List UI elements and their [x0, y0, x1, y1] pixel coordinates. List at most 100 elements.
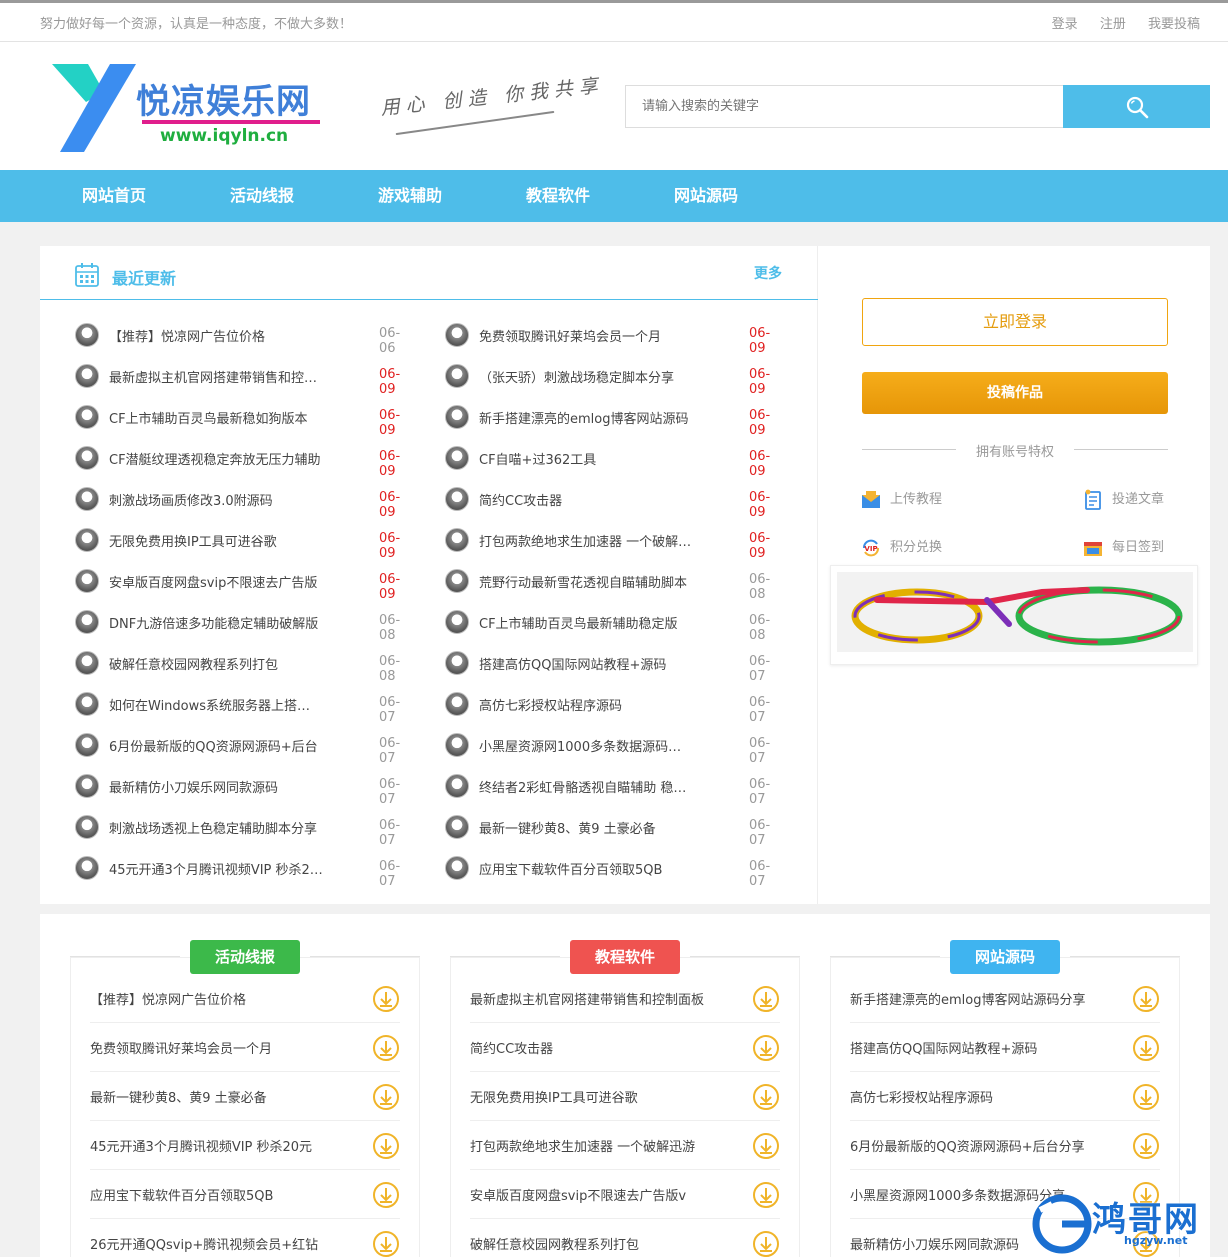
recent-post-item[interactable]: 免费领取腾讯好莱坞会员一个月 06-09: [445, 323, 785, 356]
download-icon[interactable]: [752, 1083, 780, 1111]
download-title: 新手搭建漂亮的emlog博客网站源码分享: [850, 993, 1086, 1008]
nav-item-game-tools[interactable]: 游戏辅助: [378, 170, 442, 222]
recent-post-item[interactable]: CF自喵+过362工具 06-09: [445, 446, 785, 479]
recent-post-item[interactable]: 破解任意校园网教程系列打包 06-08: [75, 651, 415, 684]
avatar: [445, 610, 469, 634]
download-icon[interactable]: [372, 1132, 400, 1160]
site-logo[interactable]: 悦凉娱乐网 www.iqyln.cn: [50, 62, 330, 154]
recent-post-item[interactable]: 小黑屋资源网1000多条数据源码分享 06-07: [445, 733, 785, 766]
recent-post-item[interactable]: CF上市辅助百灵鸟最新稳如狗版本 06-09: [75, 405, 415, 438]
download-row[interactable]: 最新虚拟主机官网搭建带销售和控制面板: [470, 974, 780, 1023]
recent-post-item[interactable]: 安卓版百度网盘svip不限速去广告版 06-09: [75, 569, 415, 602]
post-title: 如何在Windows系统服务器上搭建网站: [109, 699, 323, 714]
download-row[interactable]: 搭建高仿QQ国际网站教程+源码: [850, 1023, 1160, 1072]
login-button[interactable]: 立即登录: [862, 298, 1168, 346]
column-tag-tutorials[interactable]: 教程软件: [570, 940, 680, 974]
recent-post-item[interactable]: 如何在Windows系统服务器上搭建网站 06-07: [75, 692, 415, 725]
recent-post-item[interactable]: 终结者2彩虹骨骼透视自瞄辅助 稳定版 06-07: [445, 774, 785, 807]
post-title: 新手搭建漂亮的emlog博客网站源码: [479, 412, 689, 427]
search-box: [625, 85, 1210, 128]
recent-post-item[interactable]: 新手搭建漂亮的emlog博客网站源码 06-09: [445, 405, 785, 438]
post-date: 06-07: [749, 777, 771, 807]
download-row[interactable]: 简约CC攻击器: [470, 1023, 780, 1072]
recent-post-item[interactable]: CF上市辅助百灵鸟最新辅助稳定版 06-08: [445, 610, 785, 643]
column-tag-deals[interactable]: 活动线报: [190, 940, 300, 974]
recent-post-item[interactable]: 无限免费用换IP工具可进谷歌 06-09: [75, 528, 415, 561]
recent-post-item[interactable]: CF潜艇纹理透视稳定奔放无压力辅助 06-09: [75, 446, 415, 479]
download-row[interactable]: 无限免费用换IP工具可进谷歌: [470, 1072, 780, 1121]
avatar: [75, 364, 99, 388]
download-row[interactable]: 破解任意校园网教程系列打包: [470, 1219, 780, 1257]
download-title: 26元开通QQsvip+腾讯视频会员+红钻: [90, 1238, 319, 1253]
download-title: 免费领取腾讯好莱坞会员一个月: [90, 1042, 273, 1057]
search-input[interactable]: [626, 86, 1064, 127]
recent-post-item[interactable]: 最新虚拟主机官网搭建带销售和控制面板源码 06-09: [75, 364, 415, 397]
download-icon[interactable]: [1132, 1034, 1160, 1062]
column-tag-source-code[interactable]: 网站源码: [950, 940, 1060, 974]
watermark-url: hgzyw.net: [1124, 1234, 1188, 1247]
download-row[interactable]: 新手搭建漂亮的emlog博客网站源码分享: [850, 974, 1160, 1023]
download-icon[interactable]: [752, 985, 780, 1013]
recent-post-item[interactable]: 高仿七彩授权站程序源码 06-07: [445, 692, 785, 725]
download-row[interactable]: 【推荐】悦凉网广告位价格: [90, 974, 400, 1023]
submit-link[interactable]: 我要投稿: [1148, 17, 1200, 32]
recent-post-item[interactable]: 最新精仿小刀娱乐网同款源码 06-07: [75, 774, 415, 807]
download-icon[interactable]: [372, 1083, 400, 1111]
feature-label: 上传教程: [890, 492, 943, 507]
download-row[interactable]: 打包两款绝地求生加速器 一个破解迅游: [470, 1121, 780, 1170]
download-icon[interactable]: [752, 1034, 780, 1062]
recent-post-item[interactable]: 刺激战场画质修改3.0附源码 06-09: [75, 487, 415, 520]
recent-post-item[interactable]: DNF九游倍速多功能稳定辅助破解版 06-08: [75, 610, 415, 643]
recent-post-item[interactable]: 搭建高仿QQ国际网站教程+源码 06-07: [445, 651, 785, 684]
download-icon[interactable]: [372, 1230, 400, 1257]
download-icon[interactable]: [1132, 1132, 1160, 1160]
recent-post-item[interactable]: 最新一键秒黄8、黄9 土豪必备 06-07: [445, 815, 785, 848]
feature-submit-article[interactable]: 投递文章: [1082, 488, 1164, 512]
more-link[interactable]: 更多: [754, 263, 782, 283]
search-button[interactable]: [1063, 85, 1210, 128]
recent-post-item[interactable]: 6月份最新版的QQ资源网源码+后台 06-07: [75, 733, 415, 766]
download-icon[interactable]: [372, 985, 400, 1013]
logo-text: 悦凉娱乐网: [136, 82, 311, 122]
recent-post-item[interactable]: 荒野行动最新雪花透视自瞄辅助脚本 06-08: [445, 569, 785, 602]
feature-daily-checkin[interactable]: 每日签到: [1082, 536, 1164, 560]
download-icon[interactable]: [372, 1181, 400, 1209]
download-icon[interactable]: [1132, 1083, 1160, 1111]
download-icon[interactable]: [372, 1034, 400, 1062]
nav-item-home[interactable]: 网站首页: [82, 170, 146, 222]
download-row[interactable]: 45元开通3个月腾讯视频VIP 秒杀20元: [90, 1121, 400, 1170]
download-icon[interactable]: [752, 1230, 780, 1257]
submit-work-button[interactable]: 投稿作品: [862, 372, 1168, 414]
login-link[interactable]: 登录: [1052, 17, 1078, 32]
recent-post-item[interactable]: 简约CC攻击器 06-09: [445, 487, 785, 520]
recent-post-item[interactable]: 刺激战场透视上色稳定辅助脚本分享 06-07: [75, 815, 415, 848]
download-row[interactable]: 高仿七彩授权站程序源码: [850, 1072, 1160, 1121]
feature-label: 每日签到: [1112, 540, 1165, 555]
register-link[interactable]: 注册: [1100, 17, 1126, 32]
recent-post-item[interactable]: 打包两款绝地求生加速器 一个破解迅游 06-09: [445, 528, 785, 561]
calendar-icon: [75, 263, 99, 287]
ad-banner[interactable]: [830, 565, 1198, 665]
avatar: [75, 774, 99, 798]
download-row[interactable]: 应用宝下载软件百分百领取5QB: [90, 1170, 400, 1219]
download-icon[interactable]: [752, 1181, 780, 1209]
recent-post-item[interactable]: 45元开通3个月腾讯视频VIP 秒杀20元 06-07: [75, 856, 415, 889]
recent-post-item[interactable]: 【推荐】悦凉网广告位价格 06-06: [75, 323, 415, 356]
post-title: 荒野行动最新雪花透视自瞄辅助脚本: [479, 576, 688, 591]
download-row[interactable]: 6月份最新版的QQ资源网源码+后台分享: [850, 1121, 1160, 1170]
nav-item-tutorials[interactable]: 教程软件: [526, 170, 590, 222]
download-row[interactable]: 最新一键秒黄8、黄9 土豪必备: [90, 1072, 400, 1121]
nav-item-source-code[interactable]: 网站源码: [674, 170, 738, 222]
download-row[interactable]: 安卓版百度网盘svip不限速去广告版v: [470, 1170, 780, 1219]
recent-post-item[interactable]: 应用宝下载软件百分百领取5QB 06-07: [445, 856, 785, 889]
download-icon[interactable]: [752, 1132, 780, 1160]
recent-post-item[interactable]: （张天骄）刺激战场稳定脚本分享 06-09: [445, 364, 785, 397]
nav-item-deals[interactable]: 活动线报: [230, 170, 294, 222]
download-title: 应用宝下载软件百分百领取5QB: [90, 1189, 274, 1204]
download-icon[interactable]: [1132, 985, 1160, 1013]
feature-points-exchange[interactable]: VIP 积分兑换: [860, 536, 942, 560]
feature-upload-tutorial[interactable]: 上传教程: [860, 488, 942, 512]
download-row[interactable]: 26元开通QQsvip+腾讯视频会员+红钻: [90, 1219, 400, 1257]
download-row[interactable]: 免费领取腾讯好莱坞会员一个月: [90, 1023, 400, 1072]
post-title: CF上市辅助百灵鸟最新稳如狗版本: [109, 412, 308, 427]
